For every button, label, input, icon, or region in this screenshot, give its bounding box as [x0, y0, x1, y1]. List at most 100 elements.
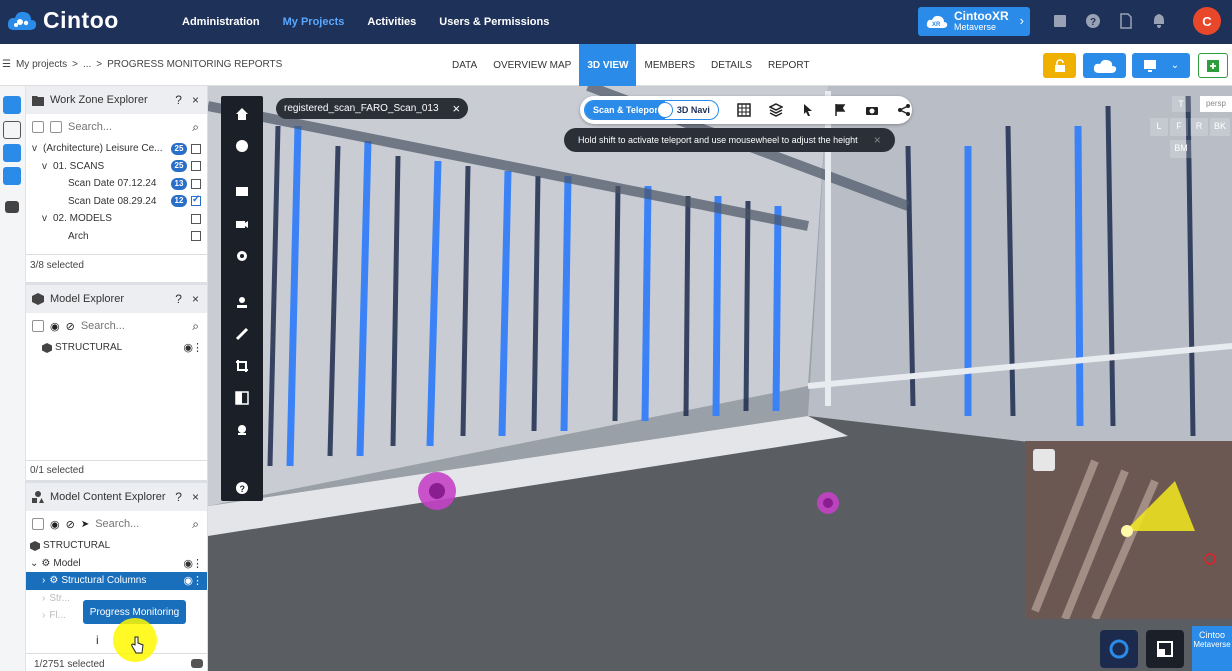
- view-front-button[interactable]: F: [1170, 118, 1188, 136]
- view-back-button[interactable]: BK: [1210, 118, 1230, 136]
- more-options-icon[interactable]: ⋮: [192, 557, 203, 570]
- tab-members[interactable]: MEMBERS: [636, 44, 703, 86]
- menu-icon[interactable]: ☰: [2, 59, 11, 70]
- tree-row[interactable]: v 01. SCANS 25: [26, 158, 207, 176]
- cintoo-xr-badge[interactable]: Cintoo Metaverse: [1192, 626, 1232, 671]
- chevron-down-icon[interactable]: v: [42, 213, 47, 224]
- tree-row[interactable]: Scan Date 07.12.24 13: [26, 175, 207, 193]
- checkbox[interactable]: [191, 178, 201, 189]
- help-button[interactable]: ?: [175, 292, 182, 306]
- help-icon[interactable]: ?: [1085, 13, 1101, 29]
- search-icon[interactable]: ⌕: [192, 120, 199, 135]
- 3d-navi-option[interactable]: 3D Navi: [673, 105, 718, 115]
- scan-teleport-option[interactable]: Scan & Teleport: [585, 101, 665, 119]
- tree-row[interactable]: STRUCTURAL: [26, 537, 207, 555]
- cursor-icon[interactable]: [801, 103, 815, 117]
- hierarchy-icon[interactable]: [3, 121, 21, 139]
- search-icon[interactable]: ⌕: [192, 319, 199, 334]
- tab-3d-view[interactable]: 3D VIEW: [579, 44, 637, 86]
- more-options-icon[interactable]: ⋮: [192, 341, 203, 354]
- grid-icon[interactable]: [737, 103, 751, 117]
- collapse-all-icon[interactable]: [32, 121, 44, 133]
- expand-minimap-button[interactable]: [1146, 630, 1184, 668]
- tree-row[interactable]: Arch: [26, 228, 207, 246]
- crop-icon[interactable]: [235, 359, 249, 373]
- cursor-icon[interactable]: ➤: [81, 519, 89, 530]
- eye-icon[interactable]: ◉: [50, 320, 60, 333]
- search-input[interactable]: [80, 320, 171, 332]
- close-scan-button[interactable]: ×: [453, 101, 461, 116]
- tab-details[interactable]: DETAILS: [703, 44, 760, 86]
- user-pin-icon[interactable]: [235, 295, 249, 309]
- chevron-right-icon[interactable]: ›: [42, 593, 45, 604]
- chevron-right-icon[interactable]: ›: [42, 610, 45, 621]
- checkbox[interactable]: [191, 161, 201, 172]
- minimap-panel[interactable]: [1025, 441, 1232, 619]
- help-button[interactable]: ?: [175, 93, 182, 107]
- nav-activities[interactable]: Activities: [367, 16, 416, 28]
- gear-icon[interactable]: [235, 249, 249, 263]
- tab-overview-map[interactable]: OVERVIEW MAP: [485, 44, 579, 86]
- screen-icon[interactable]: [235, 185, 249, 199]
- search-input[interactable]: [95, 518, 172, 530]
- cube-icon[interactable]: [3, 144, 21, 162]
- tree-row[interactable]: v 02. MODELS: [26, 210, 207, 228]
- checkbox[interactable]: [191, 231, 201, 242]
- view-left-button[interactable]: L: [1150, 118, 1168, 136]
- tree-row-selected[interactable]: › ⚙ Structural Columns ◉ ⋮: [26, 572, 207, 590]
- add-button[interactable]: [1198, 53, 1228, 78]
- expand-all-icon[interactable]: [50, 121, 62, 133]
- breadcrumb-root[interactable]: My projects: [16, 59, 67, 70]
- checkbox-checked[interactable]: [191, 194, 201, 207]
- tree-row[interactable]: v (Architecture) Leisure Ce... 25: [26, 140, 207, 158]
- display-dropdown-button[interactable]: ⌄: [1132, 53, 1190, 78]
- cintoo-logo[interactable]: Cintoo: [6, 7, 119, 34]
- view-right-button[interactable]: R: [1190, 118, 1208, 136]
- tag-icon[interactable]: [5, 201, 19, 213]
- copy-icon[interactable]: [32, 518, 44, 530]
- help-button[interactable]: ?: [175, 490, 182, 504]
- more-options-icon[interactable]: ⋮: [192, 574, 203, 587]
- compare-icon[interactable]: [235, 391, 249, 405]
- camera-icon[interactable]: [235, 217, 249, 231]
- close-hint-button[interactable]: ×: [874, 133, 881, 147]
- shapes-icon[interactable]: [3, 167, 21, 185]
- chevron-right-icon[interactable]: ›: [42, 575, 45, 586]
- copy-icon[interactable]: [32, 320, 44, 332]
- share-icon[interactable]: [897, 103, 911, 117]
- eye-icon[interactable]: ◉: [50, 518, 60, 531]
- view-persp-button[interactable]: persp: [1200, 96, 1232, 112]
- scan-name-tab[interactable]: registered_scan_FARO_Scan_013 ×: [276, 98, 469, 119]
- document-icon[interactable]: [1052, 13, 1068, 29]
- tree-row[interactable]: ⌄ ⚙ Model ◉ ⋮: [26, 555, 207, 573]
- info-icon[interactable]: i: [96, 633, 99, 647]
- compass-mode-button[interactable]: [1100, 630, 1138, 668]
- help-icon[interactable]: ?: [235, 481, 249, 495]
- view-bottom-button[interactable]: BM: [1170, 140, 1192, 158]
- chevron-down-icon[interactable]: v: [32, 143, 37, 154]
- tree-row[interactable]: STRUCTURAL ◉ ⋮: [26, 339, 207, 357]
- eye-off-icon[interactable]: ⊘: [66, 320, 75, 333]
- compass-icon[interactable]: [235, 139, 249, 153]
- close-button[interactable]: ×: [192, 490, 199, 504]
- ruler-icon[interactable]: [235, 327, 249, 341]
- checkbox[interactable]: [191, 143, 201, 154]
- tree-row[interactable]: Scan Date 08.29.24 12: [26, 193, 207, 211]
- nav-users-permissions[interactable]: Users & Permissions: [439, 16, 549, 28]
- tab-report[interactable]: REPORT: [760, 44, 818, 86]
- view-top-button[interactable]: T: [1172, 96, 1190, 112]
- close-button[interactable]: ×: [192, 292, 199, 306]
- nav-my-projects[interactable]: My Projects: [283, 16, 345, 28]
- search-icon[interactable]: ⌕: [192, 517, 199, 532]
- nav-administration[interactable]: Administration: [182, 16, 260, 28]
- bell-icon[interactable]: [1151, 13, 1167, 29]
- user-avatar[interactable]: C: [1193, 7, 1221, 35]
- file-icon[interactable]: [1118, 13, 1134, 29]
- flag-icon[interactable]: [833, 103, 847, 117]
- lock-button[interactable]: [1043, 53, 1076, 78]
- chevron-down-icon[interactable]: ⌄: [30, 558, 38, 569]
- eye-off-icon[interactable]: ⊘: [66, 518, 75, 531]
- cintoo-xr-button[interactable]: XR CintooXR Metaverse ›: [918, 7, 1030, 36]
- minimap-grid-icon[interactable]: [1033, 449, 1055, 471]
- folder-icon[interactable]: [3, 96, 21, 114]
